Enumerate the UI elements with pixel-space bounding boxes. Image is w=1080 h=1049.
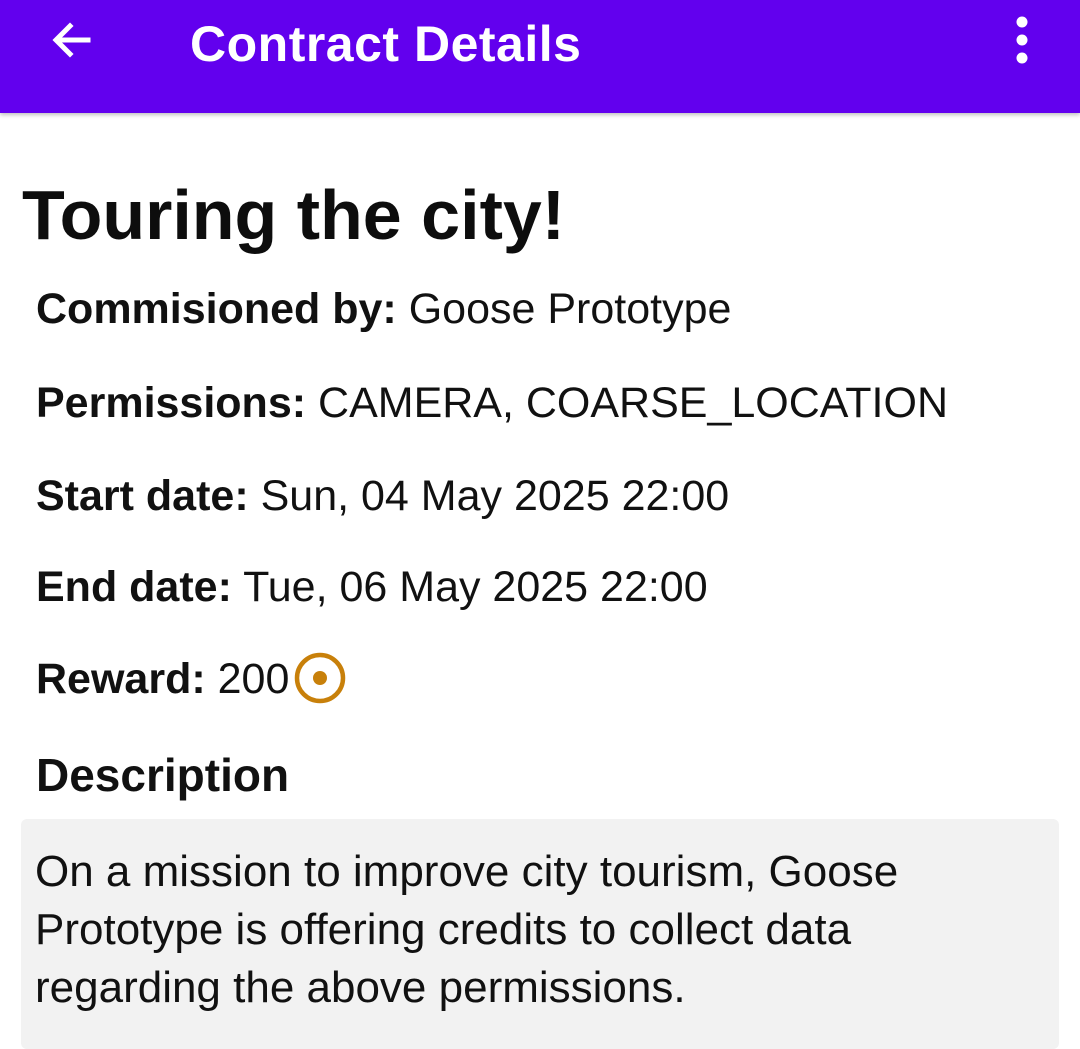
commissioned-by-label: Commisioned by: bbox=[36, 285, 397, 333]
permissions-value: CAMERA, COARSE_LOCATION bbox=[318, 379, 949, 427]
reward-row: Reward: 200 bbox=[36, 651, 347, 709]
end-date-value: Tue, 06 May 2025 22:00 bbox=[243, 563, 708, 611]
more-vertical-icon bbox=[1010, 14, 1034, 71]
more-options-button[interactable] bbox=[996, 14, 1048, 70]
contract-details-content: Touring the city! Commisioned by: Goose … bbox=[0, 113, 1080, 1049]
reward-value: 200 bbox=[217, 655, 290, 703]
end-date-label: End date: bbox=[36, 563, 232, 611]
description-box: On a mission to improve city tourism, Go… bbox=[21, 819, 1059, 1049]
back-button[interactable] bbox=[40, 14, 104, 70]
arrow-left-icon bbox=[48, 16, 96, 69]
commissioned-by-row: Commisioned by: Goose Prototype bbox=[36, 283, 731, 335]
permissions-row: Permissions: CAMERA, COARSE_LOCATION bbox=[36, 377, 948, 429]
contract-title: Touring the city! bbox=[22, 176, 566, 254]
description-heading: Description bbox=[36, 749, 290, 801]
description-text: On a mission to improve city tourism, Go… bbox=[35, 847, 899, 1012]
start-date-label: Start date: bbox=[36, 472, 249, 520]
permissions-label: Permissions: bbox=[36, 379, 307, 427]
start-date-value: Sun, 04 May 2025 22:00 bbox=[260, 472, 730, 520]
app-bar-title: Contract Details bbox=[190, 16, 582, 72]
reward-label: Reward: bbox=[36, 655, 206, 703]
end-date-row: End date: Tue, 06 May 2025 22:00 bbox=[36, 561, 708, 613]
commissioned-by-value: Goose Prototype bbox=[408, 285, 732, 333]
coin-icon bbox=[293, 651, 347, 705]
app-bar: Contract Details bbox=[0, 0, 1080, 113]
start-date-row: Start date: Sun, 04 May 2025 22:00 bbox=[36, 470, 729, 522]
